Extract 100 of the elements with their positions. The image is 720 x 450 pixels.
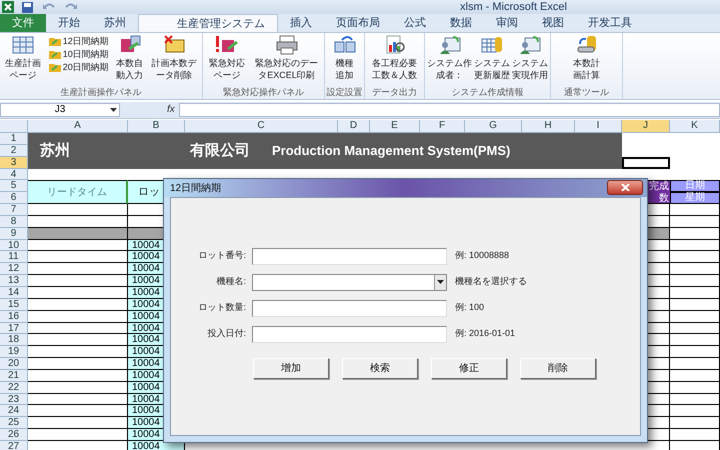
row-header[interactable]: 13 — [0, 275, 28, 287]
ribbon-tab[interactable]: 公式 — [392, 14, 438, 32]
row-header[interactable]: 15 — [0, 298, 28, 311]
windows-refresh-icon — [334, 35, 356, 55]
row-header[interactable]: 10 — [0, 240, 28, 252]
dropdown-arrow-icon[interactable] — [110, 108, 117, 112]
ribbon-button-label[interactable]: 本数自 動入力 — [115, 57, 144, 81]
undo-icon[interactable] — [43, 2, 55, 12]
insert-function-button[interactable]: fx — [167, 103, 175, 117]
ribbon-button-label[interactable]: 本数計 画計算 — [572, 57, 601, 81]
table-cell — [670, 251, 720, 264]
ribbon-button-label[interactable]: 各工程必要 工数＆人数 — [371, 57, 418, 81]
dialog-button[interactable]: 削除 — [520, 358, 596, 379]
row-header[interactable]: 23 — [0, 394, 28, 406]
ribbon-button-label[interactable]: 生産計画 ページ — [4, 57, 42, 81]
table-cell — [670, 298, 720, 311]
row-header[interactable]: 9 — [0, 228, 28, 240]
row-header[interactable]: 21 — [0, 370, 28, 382]
table-header-text: 数 — [659, 192, 669, 204]
ribbon-tab[interactable]: 审阅 — [484, 14, 530, 32]
table-cell — [670, 394, 720, 406]
ribbon-button-label[interactable]: 計画本数デ ータ削除 — [150, 57, 198, 81]
row-header[interactable]: 17 — [0, 322, 28, 334]
table-cylinder-icon — [481, 35, 503, 55]
field-label: ロット番号: — [197, 249, 246, 262]
ribbon-tab[interactable]: 文件 — [0, 14, 46, 32]
column-header[interactable]: J — [622, 120, 670, 133]
table-cell — [670, 417, 720, 430]
row-header[interactable]: 12 — [0, 263, 28, 276]
dialog-button[interactable]: 検索 — [342, 358, 418, 379]
user-card-icon — [519, 35, 541, 55]
name-box[interactable]: J3 — [0, 103, 120, 117]
close-button[interactable] — [607, 180, 643, 195]
input-field[interactable] — [252, 300, 447, 316]
column-header[interactable]: B — [128, 120, 185, 133]
ribbon-button-label[interactable]: システム 更新履歴 — [473, 57, 511, 81]
column-header[interactable]: G — [465, 120, 522, 133]
ribbon-menu-item[interactable]: 20日間納期 — [62, 61, 109, 73]
ribbon-button-label[interactable]: 緊急対応 ページ — [208, 57, 246, 81]
row-header[interactable]: 22 — [0, 382, 28, 394]
row-header[interactable]: 8 — [0, 216, 28, 228]
ribbon-tab[interactable]: 开始 — [46, 14, 92, 32]
ribbon-tab[interactable]: 视图 — [530, 14, 576, 32]
column-header[interactable]: F — [420, 120, 465, 133]
dialog-button[interactable]: 修正 — [431, 358, 507, 379]
table-cell — [670, 370, 720, 382]
column-header[interactable]: H — [522, 120, 575, 133]
column-header[interactable]: E — [370, 120, 420, 133]
row-header[interactable]: 6 — [0, 192, 28, 204]
row-header[interactable]: 16 — [0, 310, 28, 322]
redo-icon[interactable] — [65, 2, 77, 12]
field-label: 機種名: — [215, 275, 246, 288]
ribbon-menu-item[interactable]: 10日間納期 — [62, 48, 109, 60]
dialog-button[interactable]: 增加 — [253, 358, 329, 379]
alert-form-icon — [216, 35, 238, 55]
row-header[interactable]: 14 — [0, 286, 28, 299]
dropdown-field[interactable] — [252, 274, 447, 290]
column-header[interactable]: D — [338, 120, 370, 133]
column-header[interactable]: I — [575, 120, 622, 133]
column-header[interactable]: K — [670, 120, 720, 133]
column-header[interactable]: C — [185, 120, 338, 133]
row-header[interactable]: 19 — [0, 346, 28, 358]
ribbon-button-label[interactable]: システム作 成者： — [426, 57, 473, 81]
ribbon-group-label: 設定設置 — [326, 86, 364, 99]
table-header-cell: 星期 — [670, 192, 720, 204]
folder-icon — [48, 36, 61, 46]
ribbon-tab[interactable]: 生産管理システム — [138, 14, 278, 32]
company-name-end: 有限公司 — [190, 140, 250, 161]
save-icon[interactable] — [22, 2, 33, 12]
row-header[interactable]: 25 — [0, 417, 28, 430]
field-hint: 例: 100 — [455, 301, 484, 314]
column-header[interactable]: A — [28, 120, 128, 133]
row-header[interactable]: 24 — [0, 405, 28, 418]
table-cell — [670, 358, 720, 370]
ribbon-tab[interactable]: 开发工具 — [576, 14, 644, 32]
selected-cell[interactable] — [622, 156, 670, 169]
row-header[interactable]: 4 — [0, 168, 28, 180]
table-header-text: 完成 — [649, 181, 669, 193]
row-header[interactable]: 18 — [0, 334, 28, 346]
ribbon-tab[interactable]: 插入 — [278, 14, 324, 32]
table-cell — [670, 286, 720, 299]
row-header[interactable]: 11 — [0, 251, 28, 264]
row-header[interactable]: 26 — [0, 429, 28, 441]
row-header[interactable]: 2 — [0, 144, 28, 157]
ribbon-menu-item[interactable]: 12日間納期 — [62, 35, 109, 47]
row-header[interactable]: 7 — [0, 204, 28, 216]
input-field[interactable] — [252, 248, 447, 264]
row-header[interactable]: 5 — [0, 180, 28, 192]
row-header[interactable]: 20 — [0, 358, 28, 370]
ribbon-tab[interactable]: 数据 — [438, 14, 484, 32]
ribbon-button-label[interactable]: 機種 追加 — [334, 57, 354, 81]
company-name-start: 苏州 — [40, 140, 70, 161]
ribbon-button-label[interactable]: 緊急対応のデー タEXCEL印刷 — [254, 57, 319, 81]
row-header[interactable]: 1 — [0, 133, 28, 145]
input-field[interactable] — [252, 326, 447, 342]
ribbon-button-label[interactable]: システム 実現作用 — [511, 57, 549, 81]
ribbon-tab[interactable]: 苏州 — [92, 14, 138, 32]
ribbon-tab[interactable]: 页面布局 — [324, 14, 392, 32]
row-header[interactable]: 3 — [0, 156, 28, 169]
formula-field[interactable] — [178, 103, 720, 117]
